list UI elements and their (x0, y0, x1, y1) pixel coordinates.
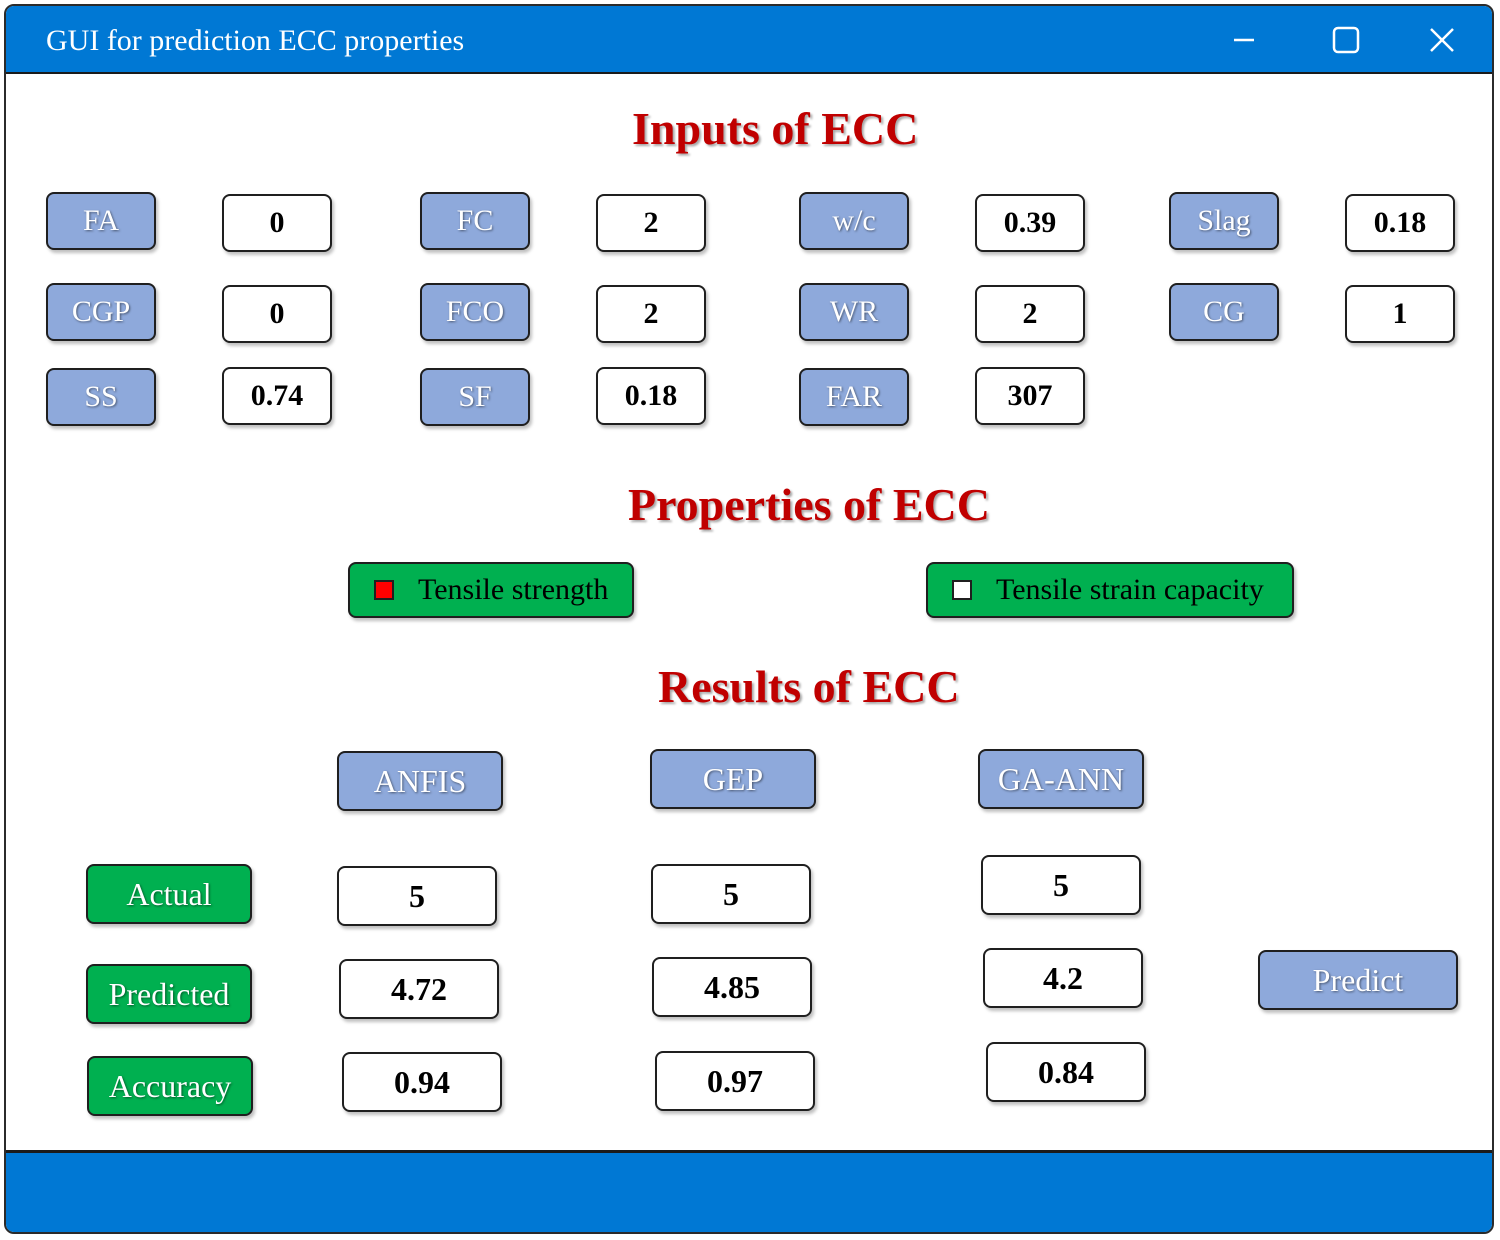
predicted-anfis-value: 4.72 (339, 959, 499, 1019)
tensile-strength-option[interactable]: Tensile strength (348, 562, 634, 618)
row-label-accuracy: Accuracy (87, 1056, 253, 1116)
input-field-fco[interactable]: 2 (596, 285, 706, 343)
input-label-ss: SS (46, 368, 156, 426)
input-label-cg: CG (1169, 283, 1279, 341)
input-field-ss[interactable]: 0.74 (222, 367, 332, 425)
accuracy-ga-ann-value: 0.84 (986, 1042, 1146, 1102)
model-header-anfis: ANFIS (337, 751, 503, 811)
app-window: GUI for prediction ECC properties Inputs… (4, 4, 1494, 1234)
predicted-ga-ann-value: 4.2 (983, 948, 1143, 1008)
tensile-strain-capacity-option[interactable]: Tensile strain capacity (926, 562, 1294, 618)
status-bar (6, 1150, 1492, 1232)
close-icon[interactable] (1420, 20, 1464, 60)
tensile-strength-checkbox[interactable] (374, 580, 394, 600)
input-label-slag: Slag (1169, 192, 1279, 250)
actual-anfis-value: 5 (337, 866, 497, 926)
input-label-wr: WR (799, 283, 909, 341)
predicted-gep-value: 4.85 (652, 957, 812, 1017)
properties-heading: Properties of ECC (628, 479, 990, 530)
window-title: GUI for prediction ECC properties (46, 24, 465, 57)
title-bar: GUI for prediction ECC properties (6, 6, 1492, 74)
input-label-cgp: CGP (46, 283, 156, 341)
tensile-strain-capacity-checkbox[interactable] (952, 580, 972, 600)
input-field-far[interactable]: 307 (975, 367, 1085, 425)
actual-ga-ann-value: 5 (981, 855, 1141, 915)
input-field-sf[interactable]: 0.18 (596, 367, 706, 425)
input-label-sf: SF (420, 368, 530, 426)
input-field-wr[interactable]: 2 (975, 285, 1085, 343)
input-label-fc: FC (420, 192, 530, 250)
accuracy-anfis-value: 0.94 (342, 1052, 502, 1112)
tensile-strength-label: Tensile strength (418, 573, 609, 606)
input-field-wc[interactable]: 0.39 (975, 194, 1085, 252)
input-field-cgp[interactable]: 0 (222, 285, 332, 343)
results-heading: Results of ECC (658, 661, 960, 712)
input-field-fc[interactable]: 2 (596, 194, 706, 252)
input-field-cg[interactable]: 1 (1345, 285, 1455, 343)
row-label-predicted: Predicted (86, 964, 252, 1024)
maximize-icon[interactable] (1324, 20, 1368, 60)
input-field-slag[interactable]: 0.18 (1345, 194, 1455, 252)
input-label-fco: FCO (420, 283, 530, 341)
input-label-fa: FA (46, 192, 156, 250)
row-label-actual: Actual (86, 864, 252, 924)
model-header-gep: GEP (650, 749, 816, 809)
model-header-ga-ann: GA-ANN (978, 749, 1144, 809)
predict-button[interactable]: Predict (1258, 950, 1458, 1010)
input-label-wc: w/c (799, 192, 909, 250)
input-field-fa[interactable]: 0 (222, 194, 332, 252)
inputs-heading: Inputs of ECC (632, 103, 919, 154)
accuracy-gep-value: 0.97 (655, 1051, 815, 1111)
tensile-strain-capacity-label: Tensile strain capacity (996, 573, 1264, 606)
actual-gep-value: 5 (651, 864, 811, 924)
input-label-far: FAR (799, 368, 909, 426)
minimize-icon[interactable] (1222, 20, 1266, 60)
